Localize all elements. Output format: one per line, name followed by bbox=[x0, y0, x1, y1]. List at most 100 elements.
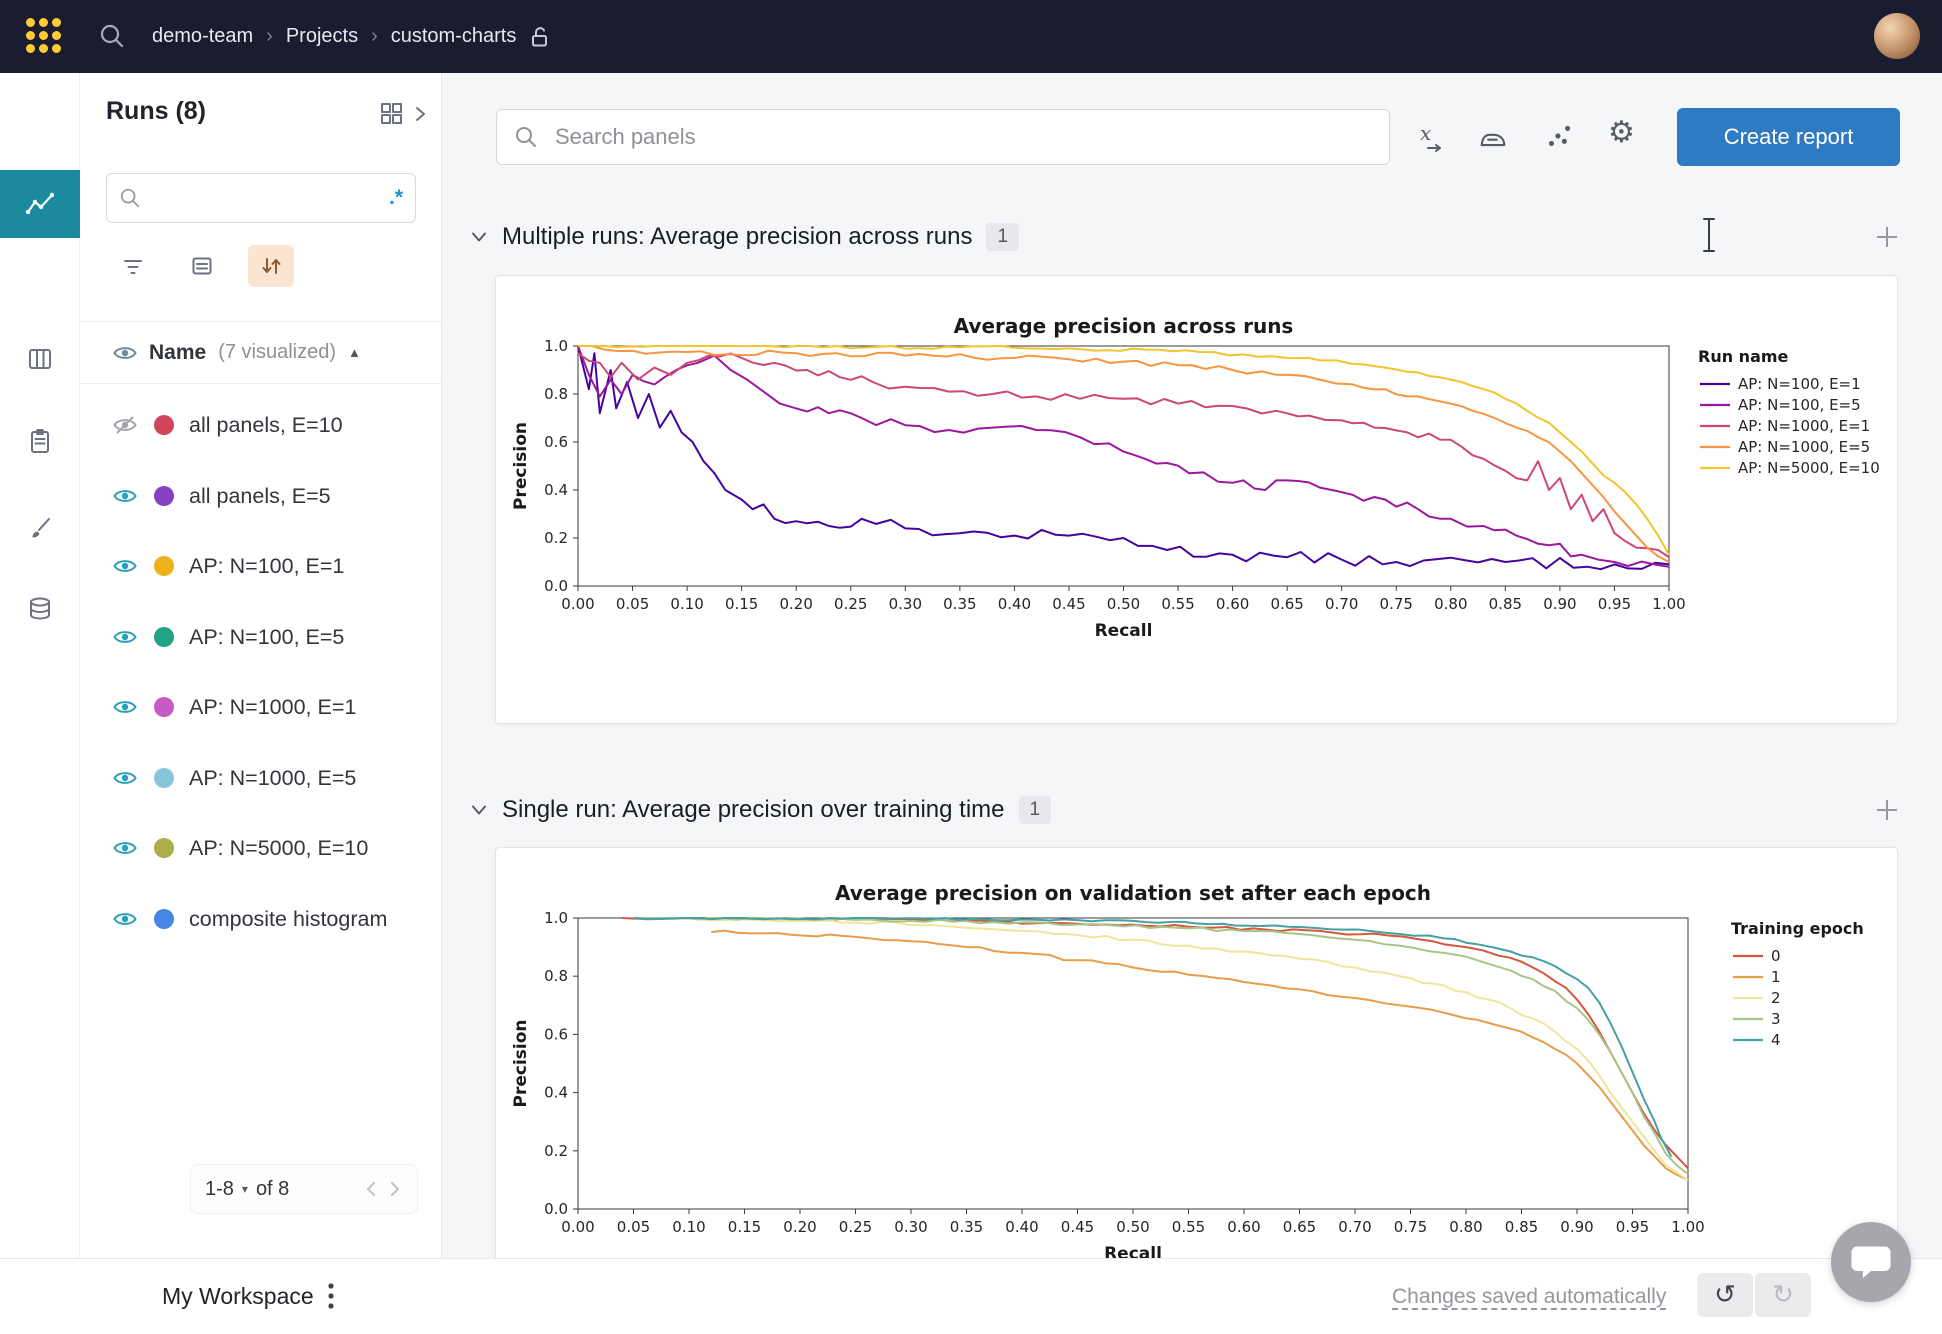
pagination-caret-icon[interactable]: ▾ bbox=[242, 1182, 248, 1196]
breadcrumb-projects[interactable]: Projects bbox=[286, 25, 358, 48]
run-color-dot bbox=[154, 909, 174, 929]
panel-search-input[interactable] bbox=[496, 109, 1390, 165]
breadcrumb-team[interactable]: demo-team bbox=[152, 25, 253, 48]
autosave-status[interactable]: Changes saved automatically bbox=[1392, 1285, 1666, 1309]
panels-icon[interactable] bbox=[25, 344, 55, 374]
svg-text:0.00: 0.00 bbox=[561, 1218, 594, 1236]
expand-table-chevron-icon[interactable] bbox=[413, 105, 427, 123]
regex-toggle[interactable]: .* bbox=[389, 186, 403, 210]
svg-text:0.40: 0.40 bbox=[998, 595, 1031, 613]
run-name[interactable]: AP: N=1000, E=5 bbox=[189, 766, 356, 791]
panel-card-average-precision-per-epoch[interactable]: 0.000.050.100.150.200.250.300.350.400.45… bbox=[495, 847, 1898, 1327]
wandb-logo[interactable] bbox=[26, 18, 62, 54]
chat-bubble-button[interactable] bbox=[1831, 1222, 1911, 1302]
run-row[interactable]: all panels, E=10 bbox=[80, 390, 441, 460]
workspace-menu-kebab-icon[interactable] bbox=[327, 1281, 335, 1311]
unlock-icon bbox=[529, 25, 551, 49]
breadcrumb-project-name[interactable]: custom-charts bbox=[391, 25, 517, 48]
x-axis-settings-icon[interactable]: x bbox=[1414, 122, 1446, 159]
run-name[interactable]: AP: N=1000, E=1 bbox=[189, 695, 356, 720]
svg-text:0.0: 0.0 bbox=[544, 577, 568, 595]
logo-dot bbox=[26, 44, 35, 53]
svg-text:0.4: 0.4 bbox=[544, 481, 568, 499]
breadcrumb-separator: › bbox=[371, 25, 378, 48]
svg-text:0.45: 0.45 bbox=[1052, 595, 1085, 613]
logo-dot bbox=[26, 31, 35, 40]
svg-text:0.20: 0.20 bbox=[779, 595, 812, 613]
redo-button[interactable]: ↻ bbox=[1755, 1273, 1811, 1317]
runs-pagination: 1-8 ▾ of 8 bbox=[190, 1164, 418, 1214]
run-color-dot bbox=[154, 486, 174, 506]
section-title[interactable]: Single run: Average precision over train… bbox=[502, 796, 1005, 824]
run-row[interactable]: composite histogram bbox=[80, 884, 441, 954]
runs-list-header[interactable]: Name (7 visualized) ▲ bbox=[80, 322, 441, 384]
svg-text:0.55: 0.55 bbox=[1172, 1218, 1205, 1236]
run-name[interactable]: AP: N=100, E=5 bbox=[189, 625, 344, 650]
eye-icon[interactable] bbox=[112, 695, 138, 719]
avatar[interactable] bbox=[1874, 13, 1920, 59]
eye-off-icon[interactable] bbox=[112, 413, 138, 437]
workspace-charts-tab[interactable] bbox=[0, 170, 80, 238]
topbar: demo-team › Projects › custom-charts bbox=[0, 0, 1942, 73]
visualized-count-label: (7 visualized) bbox=[218, 341, 336, 364]
search-icon[interactable] bbox=[98, 22, 126, 50]
collapse-chevron-icon[interactable] bbox=[470, 230, 488, 244]
smoothing-iron-icon[interactable] bbox=[1478, 122, 1508, 157]
svg-text:0.45: 0.45 bbox=[1061, 1218, 1094, 1236]
artifacts-database-icon[interactable] bbox=[25, 594, 55, 624]
settings-gear-icon[interactable]: ⚙ bbox=[1608, 118, 1635, 148]
svg-text:AP: N=100, E=1: AP: N=100, E=1 bbox=[1738, 375, 1861, 393]
line-chart-icon bbox=[24, 189, 56, 219]
undo-button[interactable]: ↺ bbox=[1697, 1273, 1753, 1317]
eye-icon[interactable] bbox=[112, 766, 138, 790]
outliers-scatter-icon[interactable] bbox=[1544, 122, 1574, 157]
eye-icon[interactable] bbox=[112, 836, 138, 860]
run-row[interactable]: AP: N=100, E=5 bbox=[80, 602, 441, 672]
sweeps-brush-icon[interactable] bbox=[25, 514, 55, 544]
runs-search-input[interactable] bbox=[151, 187, 389, 210]
svg-text:AP: N=1000, E=5: AP: N=1000, E=5 bbox=[1738, 438, 1870, 456]
run-row[interactable]: AP: N=5000, E=10 bbox=[80, 813, 441, 883]
svg-text:1.0: 1.0 bbox=[544, 337, 568, 355]
section-title[interactable]: Multiple runs: Average precision across … bbox=[502, 223, 972, 251]
logo-dot bbox=[52, 31, 61, 40]
reports-clipboard-icon[interactable] bbox=[25, 427, 55, 457]
next-page-icon[interactable] bbox=[387, 1179, 403, 1199]
run-name[interactable]: all panels, E=5 bbox=[189, 484, 331, 509]
svg-text:0.10: 0.10 bbox=[672, 1218, 705, 1236]
run-row[interactable]: all panels, E=5 bbox=[80, 461, 441, 531]
run-name[interactable]: composite histogram bbox=[189, 907, 387, 932]
sort-button[interactable] bbox=[248, 245, 294, 287]
svg-text:0.80: 0.80 bbox=[1434, 595, 1467, 613]
eye-icon[interactable] bbox=[112, 554, 138, 578]
run-name[interactable]: AP: N=100, E=1 bbox=[189, 554, 344, 579]
previous-page-icon[interactable] bbox=[363, 1179, 379, 1199]
panel-count-badge: 1 bbox=[986, 223, 1019, 251]
run-row[interactable]: AP: N=1000, E=5 bbox=[80, 743, 441, 813]
add-panel-icon[interactable] bbox=[1872, 222, 1902, 252]
filter-button[interactable] bbox=[110, 245, 156, 287]
collapse-chevron-icon[interactable] bbox=[470, 803, 488, 817]
svg-text:0.00: 0.00 bbox=[561, 595, 594, 613]
svg-text:1.00: 1.00 bbox=[1652, 595, 1685, 613]
sort-caret-icon[interactable]: ▲ bbox=[348, 345, 361, 360]
chart-average-precision-across-runs: 0.000.050.100.150.200.250.300.350.400.45… bbox=[496, 306, 1898, 716]
run-name[interactable]: AP: N=5000, E=10 bbox=[189, 836, 368, 861]
group-button[interactable] bbox=[179, 245, 225, 287]
run-name[interactable]: all panels, E=10 bbox=[189, 413, 343, 438]
add-panel-icon[interactable] bbox=[1872, 795, 1902, 825]
run-color-dot bbox=[154, 415, 174, 435]
workspace-selector[interactable]: My Workspace bbox=[162, 1283, 314, 1310]
svg-text:Run name: Run name bbox=[1698, 347, 1789, 366]
pagination-range[interactable]: 1-8 bbox=[205, 1178, 234, 1201]
panel-card-average-precision-across-runs[interactable]: 0.000.050.100.150.200.250.300.350.400.45… bbox=[495, 275, 1898, 724]
eye-icon[interactable] bbox=[112, 625, 138, 649]
run-row[interactable]: AP: N=100, E=1 bbox=[80, 531, 441, 601]
runs-table-icon[interactable] bbox=[379, 101, 405, 127]
run-row[interactable]: AP: N=1000, E=1 bbox=[80, 672, 441, 742]
eye-icon[interactable] bbox=[112, 484, 138, 508]
run-color-dot bbox=[154, 697, 174, 717]
eye-icon[interactable] bbox=[112, 907, 138, 931]
create-report-button[interactable]: Create report bbox=[1677, 108, 1900, 166]
pagination-of: of 8 bbox=[256, 1178, 289, 1201]
